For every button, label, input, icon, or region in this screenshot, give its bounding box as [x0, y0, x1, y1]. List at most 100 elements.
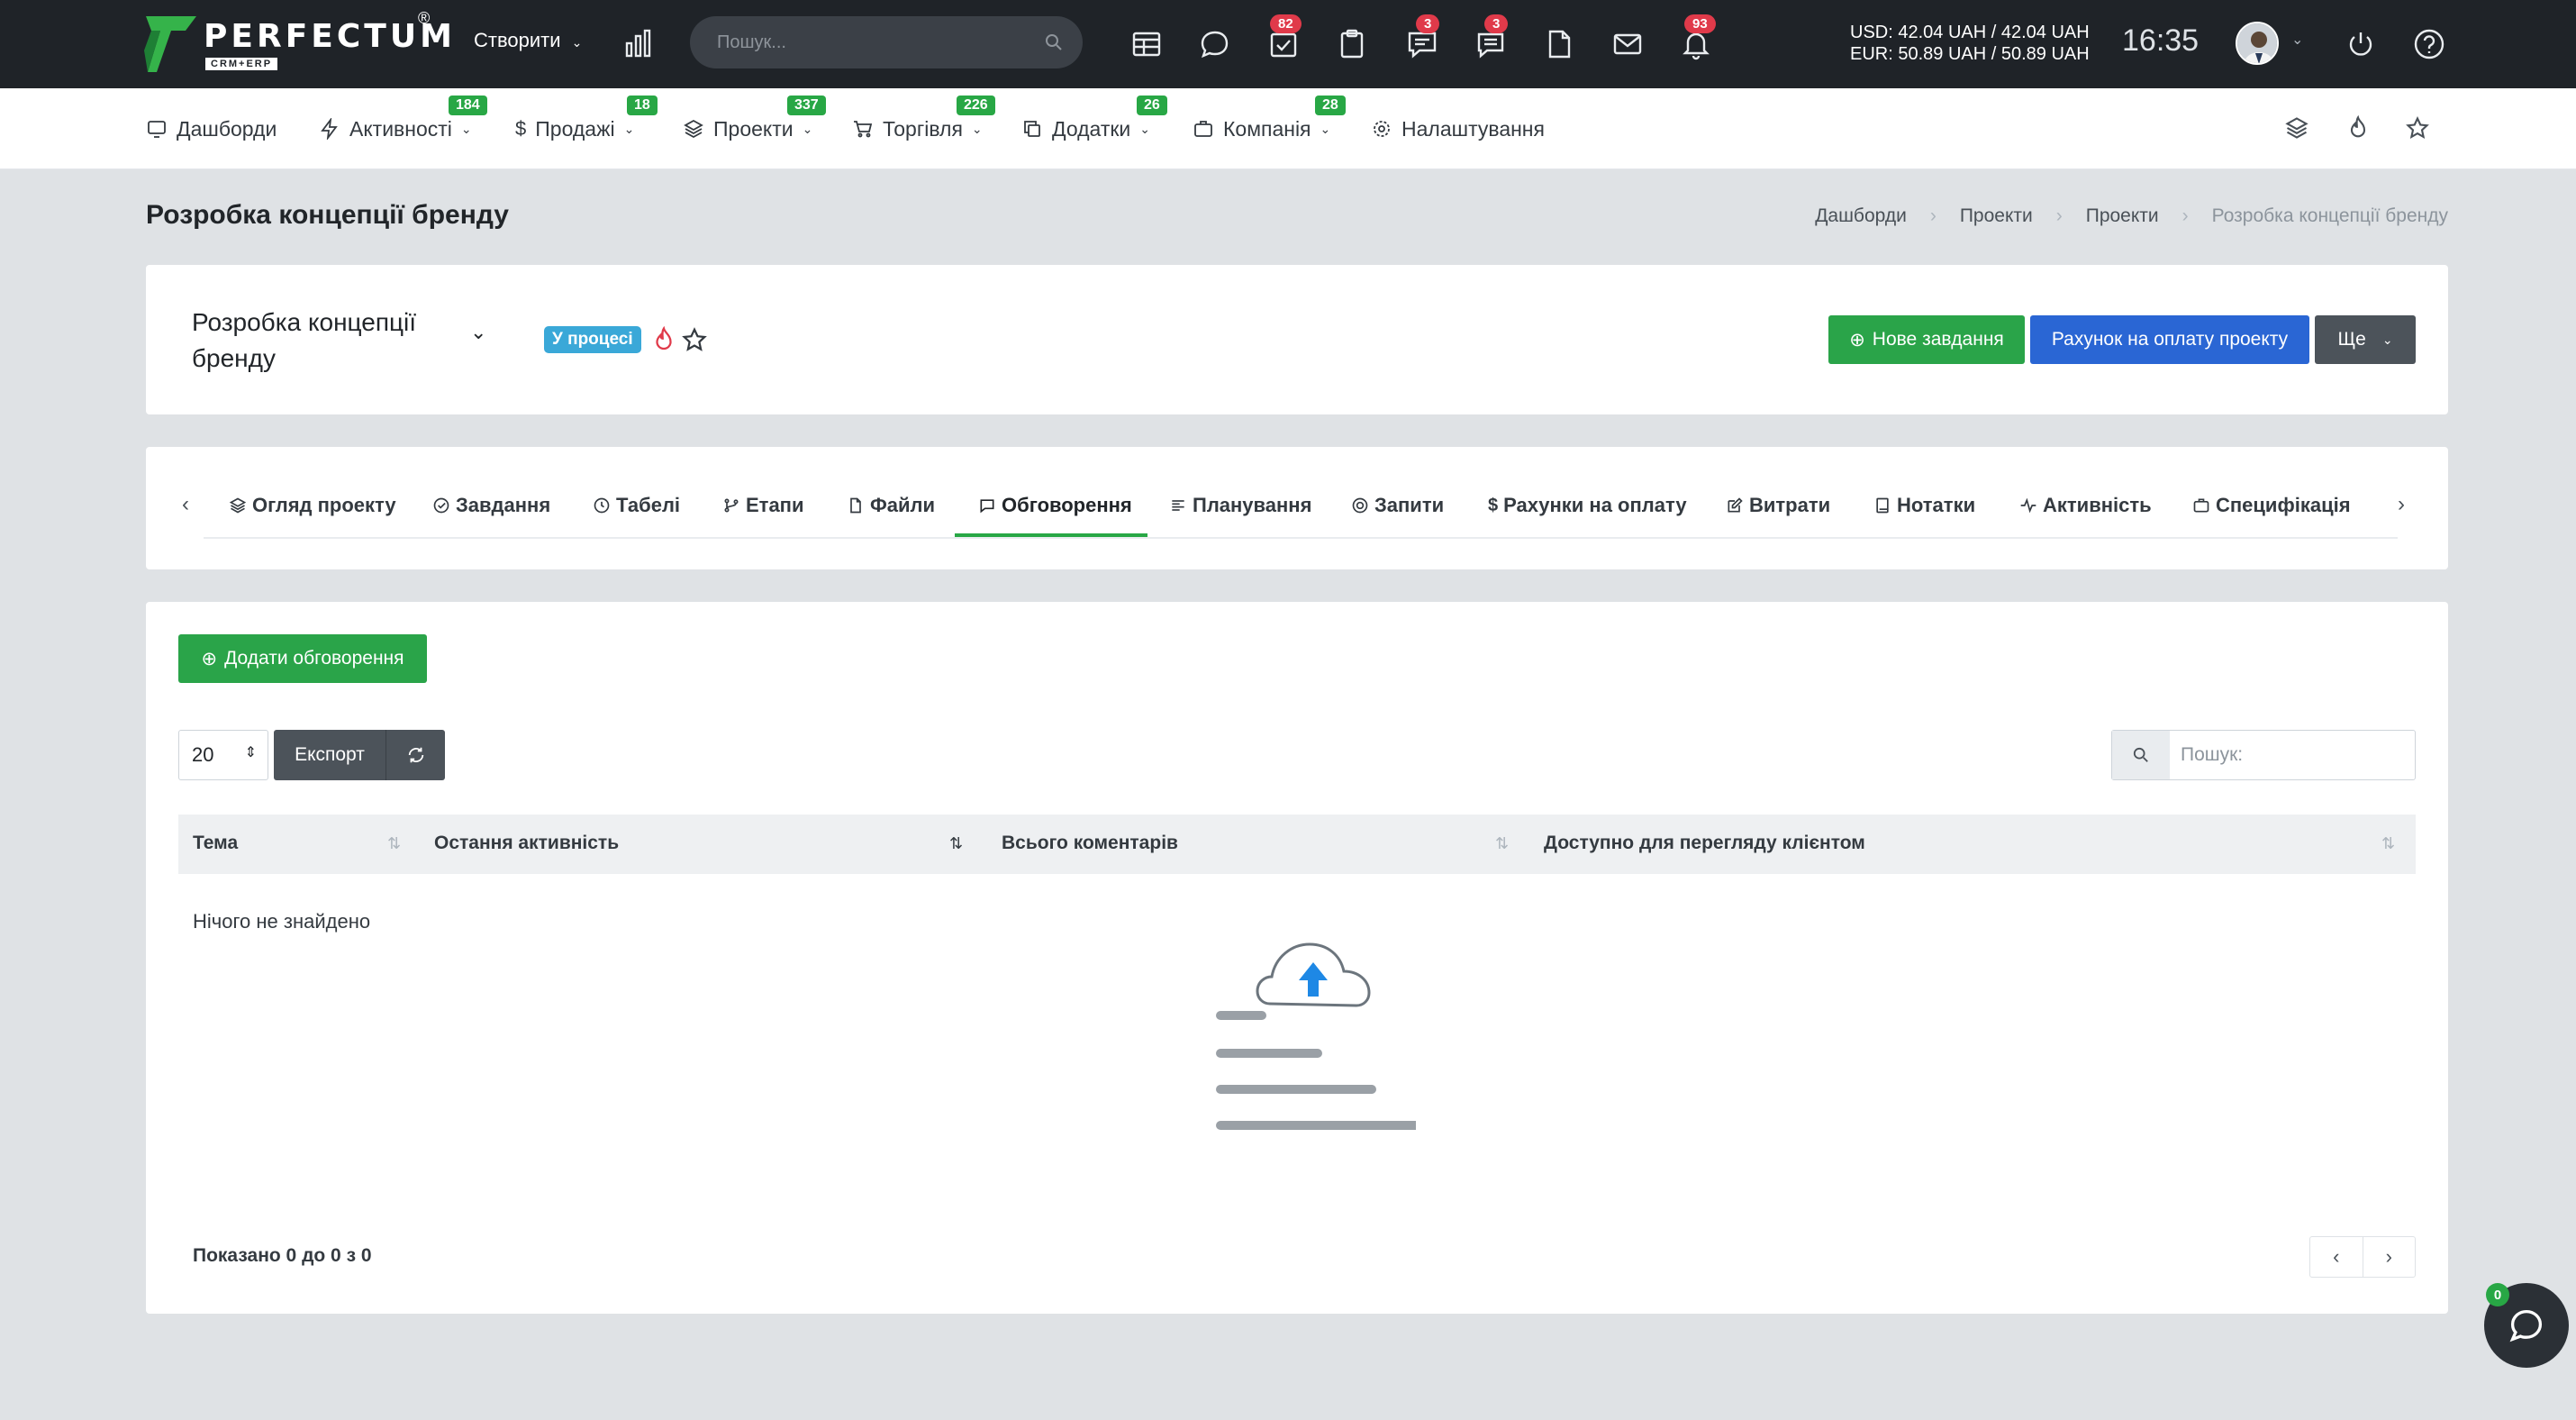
export-button[interactable]: Експорт: [274, 730, 385, 780]
addons-badge: 26: [1137, 96, 1167, 115]
table-search-input[interactable]: [2181, 731, 2406, 779]
logo-icon: [144, 16, 196, 72]
power-icon[interactable]: [2342, 25, 2380, 63]
sort-arrows-icon: ⇕: [244, 745, 257, 760]
table-search[interactable]: [2111, 730, 2416, 780]
page-size-select[interactable]: 20 ⇕: [178, 730, 268, 780]
create-dropdown[interactable]: Створити ⌄: [474, 29, 582, 52]
menu-addons-label: Додатки: [1052, 116, 1131, 141]
mail-icon[interactable]: [1609, 25, 1646, 63]
star-icon[interactable]: [2405, 115, 2430, 141]
sort-desc-icon[interactable]: ⇅: [949, 834, 969, 854]
tab-spec[interactable]: Специфікація: [2192, 494, 2351, 517]
avatar[interactable]: [2236, 22, 2279, 65]
chevron-left-icon[interactable]: ‹: [182, 492, 189, 517]
bar-chart-icon[interactable]: [620, 25, 658, 63]
dollar-icon: $: [515, 117, 527, 140]
chevron-down-icon[interactable]: ⌄: [2291, 31, 2303, 49]
table-header: Тема ⇅ Остання активність ⇅ Всього комен…: [178, 815, 2416, 874]
usd-rate: USD: 42.04 UAH / 42.04 UAH: [1850, 23, 2090, 42]
tab-invoices[interactable]: $ Рахунки на оплату: [1488, 494, 1687, 517]
breadcrumb-item[interactable]: Дашборди: [1815, 205, 1907, 227]
menu-addons[interactable]: Додатки ⌄ 26: [1021, 96, 1167, 142]
next-page-button[interactable]: ›: [2362, 1237, 2416, 1277]
column-last-activity[interactable]: Остання активність: [434, 833, 619, 854]
search-icon[interactable]: [1045, 33, 1063, 51]
tab-discussions-label: Обговорення: [1002, 494, 1132, 516]
menu-trade-label: Торгівля: [883, 116, 963, 141]
layers-icon: [684, 119, 703, 139]
refresh-button[interactable]: [385, 730, 445, 780]
star-icon[interactable]: [681, 326, 708, 353]
menu-dashboards[interactable]: Дашборди: [146, 115, 277, 142]
new-task-button[interactable]: ⊕ Нове завдання: [1828, 315, 2025, 364]
help-icon[interactable]: [2410, 25, 2448, 63]
chevron-down-icon[interactable]: ⌄: [470, 321, 486, 344]
clipboard-icon[interactable]: [1333, 25, 1371, 63]
global-search-input[interactable]: [717, 16, 1023, 68]
chat-icon[interactable]: [1196, 25, 1234, 63]
tab-tasks[interactable]: Завдання: [432, 494, 550, 517]
tab-discussions[interactable]: Обговорення: [978, 494, 1132, 517]
sort-icon[interactable]: ⇅: [1495, 834, 1515, 854]
add-discussion-button[interactable]: ⊕ Додати обговорення: [178, 634, 427, 683]
menu-sales[interactable]: $ Продажі ⌄ 18: [515, 96, 658, 142]
tab-planning[interactable]: Планування: [1169, 494, 1311, 517]
page-title: Розробка концепції бренду: [146, 200, 509, 230]
tab-overview[interactable]: Огляд проекту: [229, 494, 396, 517]
messages-badge: 3: [1484, 14, 1509, 33]
more-dropdown-button[interactable]: Ще ⌄: [2315, 315, 2416, 364]
tabs-divider: [204, 537, 2398, 539]
document-icon[interactable]: [1540, 25, 1578, 63]
support-icon: [1352, 497, 1368, 514]
menu-projects[interactable]: Проекти ⌄ 337: [683, 96, 826, 142]
column-client-visible[interactable]: Доступно для перегляду клієнтом: [1544, 833, 1865, 854]
breadcrumb-item[interactable]: Проекти: [2086, 205, 2159, 227]
chevron-down-icon: ⌄: [623, 121, 635, 136]
tab-files[interactable]: Файли: [847, 494, 935, 517]
top-bar: PERFECTUM ® CRM+ERP Створити ⌄ 82 3 3 93: [0, 0, 2576, 88]
tab-notes[interactable]: Нотатки: [1873, 494, 1975, 517]
sort-icon[interactable]: ⇅: [387, 834, 407, 854]
menu-activities-label: Активності: [349, 116, 452, 141]
sort-icon[interactable]: ⇅: [2381, 834, 2401, 854]
column-total-comments[interactable]: Всього коментарів: [1002, 833, 1178, 854]
tab-timesheets[interactable]: Табелі: [593, 494, 680, 517]
active-tab-indicator: [955, 533, 1147, 537]
export-label: Експорт: [295, 744, 365, 765]
tab-activity-label: Активність: [2043, 494, 2152, 516]
plus-circle-icon: ⊕: [201, 648, 218, 669]
breadcrumb-item[interactable]: Проекти: [1960, 205, 2033, 227]
tab-tickets[interactable]: Запити: [1351, 494, 1444, 517]
menu-company[interactable]: Компанія ⌄ 28: [1193, 96, 1346, 142]
chevron-down-icon: ⌄: [971, 121, 983, 136]
menu-trade[interactable]: Торгівля ⌄ 226: [852, 96, 995, 142]
fire-icon[interactable]: [2345, 115, 2371, 141]
monitor-icon: [148, 121, 166, 138]
prev-page-button[interactable]: ‹: [2310, 1237, 2363, 1277]
global-search[interactable]: [690, 16, 1083, 68]
project-title: Розробка концепції бренду: [192, 308, 417, 372]
page-size-value: 20: [192, 743, 214, 766]
file-icon: [850, 497, 861, 514]
gear-icon: [1374, 121, 1390, 137]
chevron-down-icon: ⌄: [2381, 332, 2393, 347]
project-invoice-label: Рахунок на оплату проекту: [2051, 329, 2289, 350]
column-topic[interactable]: Тема: [193, 833, 238, 854]
calendar-table-icon[interactable]: [1128, 25, 1166, 63]
tab-milestones[interactable]: Етапи: [722, 494, 804, 517]
book-icon: [1876, 497, 1889, 514]
project-invoice-button[interactable]: Рахунок на оплату проекту: [2030, 315, 2309, 364]
menu-settings[interactable]: Налаштування: [1371, 115, 1545, 142]
chevron-right-icon[interactable]: ›: [2398, 492, 2405, 517]
lightning-icon: [321, 118, 338, 140]
tab-expenses[interactable]: Витрати: [1726, 494, 1830, 517]
plus-circle-icon: ⊕: [1849, 329, 1865, 350]
layers-icon[interactable]: [2284, 115, 2309, 141]
fire-icon[interactable]: [650, 326, 677, 353]
tab-invoices-label: Рахунки на оплату: [1503, 494, 1687, 516]
menu-settings-label: Налаштування: [1401, 116, 1545, 141]
menu-activities[interactable]: Активності ⌄ 184: [319, 96, 487, 142]
tab-activity[interactable]: Активність: [2019, 494, 2152, 517]
breadcrumb: Дашборди › Проекти › Проекти › Розробка …: [1815, 205, 2448, 227]
